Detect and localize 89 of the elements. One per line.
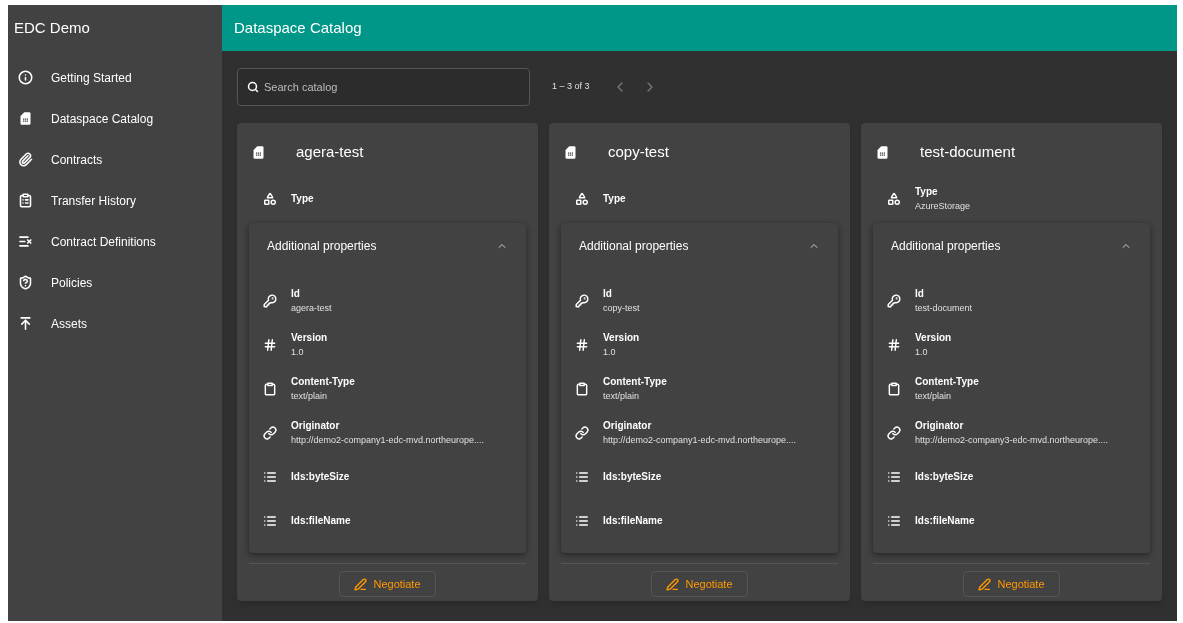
accordion-header[interactable]: Additional properties xyxy=(873,223,1150,269)
property-value: AzureStorage xyxy=(915,200,971,213)
nav-item[interactable]: Getting Started xyxy=(8,57,222,98)
clipboard-icon xyxy=(887,382,901,396)
property-label: Version xyxy=(603,331,640,345)
accordion-header[interactable]: Additional properties xyxy=(561,223,838,269)
nav-item[interactable]: Transfer History xyxy=(8,180,222,221)
link-icon xyxy=(887,426,901,440)
property-value: text/plain xyxy=(291,390,329,403)
list-x-icon xyxy=(18,234,33,249)
clipboard-icon xyxy=(575,382,589,396)
property-label: Originator xyxy=(291,419,341,433)
shapes-icon xyxy=(263,192,277,206)
property-label: Type xyxy=(603,192,626,206)
property-label: Ids:byteSize xyxy=(603,470,662,484)
property-label: Originator xyxy=(915,419,965,433)
link-icon xyxy=(263,426,277,440)
shapes-icon xyxy=(887,192,901,206)
property-label: Type xyxy=(915,185,939,199)
property-value: copy-test xyxy=(603,302,640,315)
paperclip-icon xyxy=(18,152,33,167)
key-icon xyxy=(575,294,589,308)
link-icon xyxy=(575,426,589,440)
hash-icon xyxy=(575,338,589,352)
list-icon xyxy=(887,514,901,528)
property-label: Content-Type xyxy=(915,375,979,389)
sim-card-icon xyxy=(18,111,33,126)
sim-card-icon xyxy=(251,144,266,160)
key-icon xyxy=(887,294,901,308)
shapes-icon xyxy=(575,192,589,206)
negotiate-button[interactable]: Negotiate xyxy=(651,571,748,597)
hash-icon xyxy=(263,338,277,352)
property-label: Ids:fileName xyxy=(603,514,663,528)
property-value: http://demo2-company1-edc-mvd.northeurope.... xyxy=(603,434,797,447)
nav-item[interactable]: Dataspace Catalog xyxy=(8,98,222,139)
property-value: text/plain xyxy=(915,390,953,403)
negotiate-button[interactable]: Negotiate xyxy=(963,571,1060,597)
property-label: Version xyxy=(291,331,328,345)
pencil-icon xyxy=(354,577,368,591)
nav-item[interactable]: Contracts xyxy=(8,139,222,180)
property-value: http://demo2-company3-edc-mvd.northeurope.... xyxy=(915,434,1109,447)
nav-item[interactable]: Assets xyxy=(8,303,222,344)
property-label: Ids:fileName xyxy=(915,514,975,528)
card-title: agera-test xyxy=(296,141,364,162)
property-label: Id xyxy=(291,287,301,301)
clipboard-icon xyxy=(263,382,277,396)
pencil-icon xyxy=(978,577,992,591)
property-label: Ids:byteSize xyxy=(291,470,350,484)
page-title: Dataspace Catalog xyxy=(234,17,362,38)
nav-item[interactable]: Policies xyxy=(8,262,222,303)
property-label: Type xyxy=(291,192,314,206)
property-value: http://demo2-company1-edc-mvd.northeurope.... xyxy=(291,434,485,447)
property-value: 1.0 xyxy=(603,346,617,359)
property-value: test-document xyxy=(915,302,973,315)
property-label: Id xyxy=(915,287,925,301)
sim-card-icon xyxy=(875,144,890,160)
property-value: text/plain xyxy=(603,390,641,403)
sim-card-icon xyxy=(563,144,578,160)
property-value: 1.0 xyxy=(915,346,929,359)
app-title: EDC Demo xyxy=(13,17,91,38)
property-label: Content-Type xyxy=(603,375,667,389)
list-icon xyxy=(887,470,901,484)
hash-icon xyxy=(887,338,901,352)
list-icon xyxy=(575,470,589,484)
pencil-icon xyxy=(666,577,680,591)
property-label: Version xyxy=(915,331,952,345)
list-icon xyxy=(575,514,589,528)
negotiate-button[interactable]: Negotiate xyxy=(339,571,436,597)
card-title: test-document xyxy=(920,141,1016,162)
property-value: 1.0 xyxy=(291,346,305,359)
property-label: Ids:byteSize xyxy=(915,470,974,484)
upload-icon xyxy=(18,316,33,331)
property-label: Id xyxy=(603,287,613,301)
clipboard-icon xyxy=(18,193,33,208)
search-icon xyxy=(247,81,259,93)
property-label: Originator xyxy=(603,419,653,433)
search-field[interactable]: Search catalog xyxy=(237,68,530,106)
list-icon xyxy=(263,470,277,484)
property-label: Ids:fileName xyxy=(291,514,351,528)
key-icon xyxy=(263,294,277,308)
property-value: agera-test xyxy=(291,302,332,315)
list-icon xyxy=(263,514,277,528)
shield-icon xyxy=(18,275,33,290)
accordion-header[interactable]: Additional properties xyxy=(249,223,526,269)
nav-item[interactable]: Contract Definitions xyxy=(8,221,222,262)
property-label: Content-Type xyxy=(291,375,355,389)
info-icon xyxy=(18,70,33,85)
card-title: copy-test xyxy=(608,141,669,162)
page-range: 1 – 3 of 3 xyxy=(552,80,590,94)
